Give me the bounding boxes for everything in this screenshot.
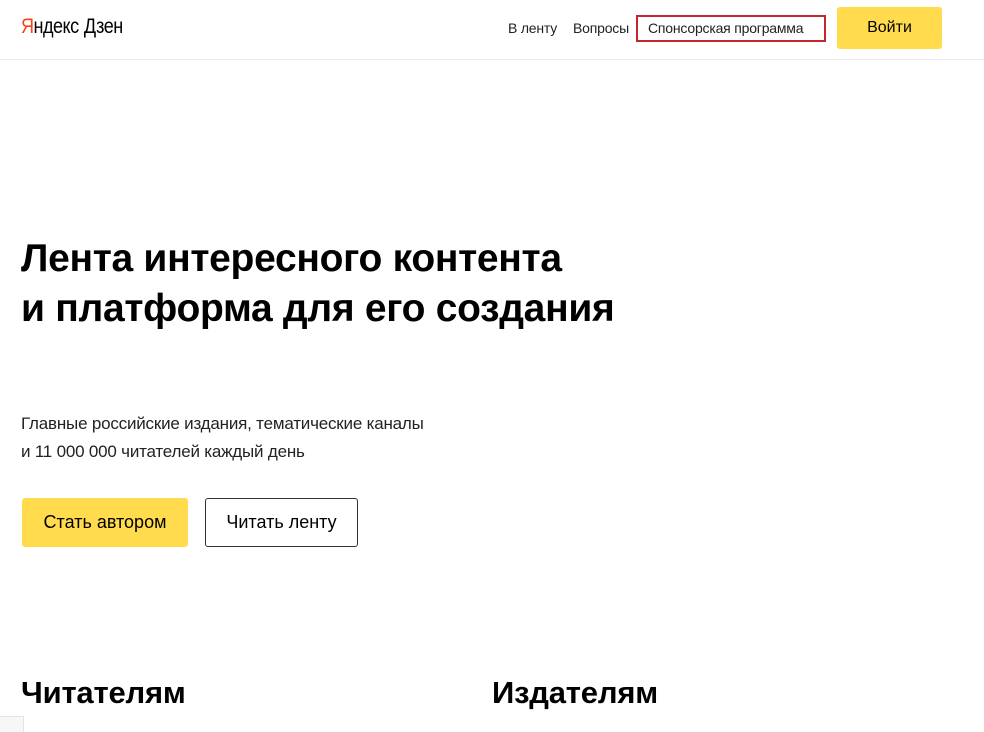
yandex-zen-logo[interactable]: Яндекс Дзен <box>21 13 123 41</box>
login-button[interactable]: Войти <box>837 7 942 49</box>
nav-link-feed[interactable]: В ленту <box>508 19 557 37</box>
logo-brand-rest: ндекс <box>33 15 80 38</box>
read-feed-button[interactable]: Читать ленту <box>205 498 358 547</box>
hero-title: Лента интересного контента и платформа д… <box>21 234 615 334</box>
logo-brand-letter: Я <box>21 15 34 38</box>
readers-section-heading: Читателям <box>21 675 186 710</box>
page: Яндекс Дзен В ленту Вопросы Спонсорская п… <box>0 0 984 732</box>
hero-title-line-1: Лента интересного контента <box>21 237 562 280</box>
logo-product-name: Дзен <box>83 15 123 38</box>
hero-subtitle: Главные российские издания, тематические… <box>21 410 424 466</box>
publishers-section-heading: Издателям <box>492 675 658 710</box>
hero-subtitle-line-1: Главные российские издания, тематические… <box>21 414 424 433</box>
corner-widget[interactable] <box>0 716 24 732</box>
become-author-button[interactable]: Стать автором <box>22 498 188 547</box>
nav-link-questions[interactable]: Вопросы <box>573 19 629 37</box>
hero-subtitle-line-2: и 11 000 000 читателей каждый день <box>21 442 305 461</box>
site-header: Яндекс Дзен В ленту Вопросы Спонсорская п… <box>0 0 984 60</box>
hero-title-line-2: и платформа для его создания <box>21 287 615 330</box>
nav-link-sponsor-program[interactable]: Спонсорская программа <box>636 15 826 42</box>
